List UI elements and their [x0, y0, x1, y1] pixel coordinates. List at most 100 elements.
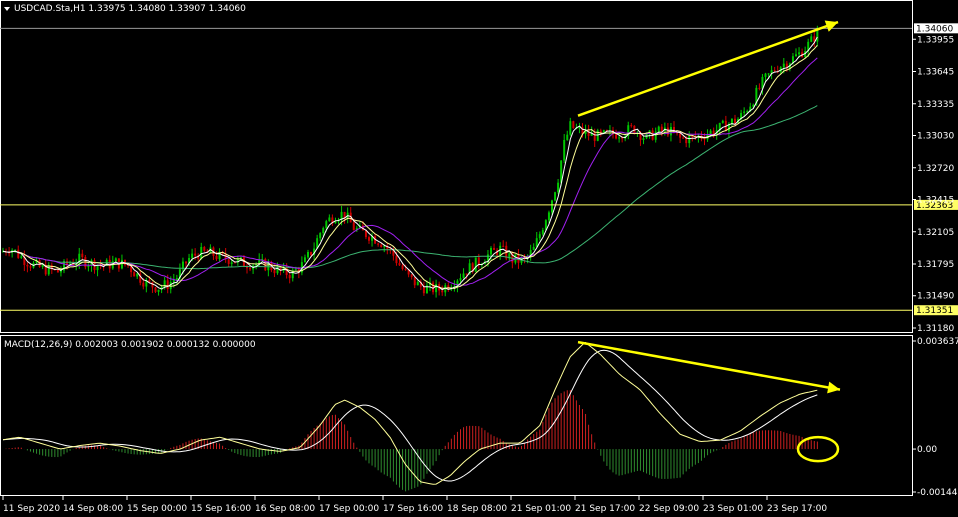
bear-candle — [246, 266, 248, 269]
price-tick-label: 1.33030 — [917, 132, 954, 142]
bull-candle — [563, 139, 566, 161]
bull-candle — [435, 284, 438, 293]
bear-candle — [679, 133, 682, 138]
bull-candle — [642, 138, 645, 141]
bear-candle — [233, 262, 236, 264]
price-chart-title: USDCAD.Sta,H1 1.33975 1.34080 1.33907 1.… — [14, 4, 246, 14]
bull-candle — [657, 126, 660, 132]
bull-candle — [303, 257, 306, 263]
bull-candle — [554, 192, 557, 201]
bear-candle — [398, 263, 401, 266]
level-price-label: 1.34060 — [916, 24, 953, 34]
bear-candle — [758, 87, 761, 89]
bull-candle — [532, 246, 535, 250]
bear-candle — [142, 282, 145, 287]
bear-candle — [29, 266, 32, 268]
bear-candle — [227, 259, 230, 264]
bear-candle — [572, 121, 575, 129]
bear-candle — [242, 257, 245, 267]
bear-candle — [593, 132, 596, 141]
bull-candle — [322, 228, 325, 234]
bear-candle — [395, 255, 398, 264]
bear-candle — [773, 70, 776, 72]
bull-candle — [743, 111, 746, 113]
time-tick-label: 21 Sep 17:00 — [575, 504, 635, 514]
bull-candle — [14, 249, 17, 251]
bull-candle — [172, 279, 175, 283]
bull-candle — [654, 131, 657, 140]
bull-candle — [175, 277, 178, 280]
bull-candle — [490, 247, 492, 255]
bull-candle — [551, 200, 553, 213]
macd-title: MACD(12,26,9) 0.002003 0.001902 0.000132… — [4, 340, 256, 350]
level-price-label: 1.31351 — [916, 306, 953, 316]
time-tick-label: 23 Sep 17:00 — [767, 504, 827, 514]
bear-candle — [630, 125, 633, 127]
bear-candle — [493, 247, 496, 250]
bull-candle — [416, 281, 419, 286]
bull-candle — [767, 73, 770, 75]
bull-candle — [782, 63, 785, 68]
bear-candle — [377, 243, 380, 245]
bull-candle — [618, 137, 621, 139]
bull-candle — [764, 73, 767, 77]
bull-candle — [721, 120, 724, 123]
time-tick-label: 14 Sep 08:00 — [63, 504, 123, 514]
bull-candle — [20, 256, 23, 258]
bull-candle — [709, 130, 712, 135]
bull-candle — [541, 230, 544, 235]
bear-candle — [17, 249, 20, 258]
bull-candle — [602, 130, 605, 133]
time-tick-label: 23 Sep 01:00 — [703, 504, 763, 514]
time-tick-label: 15 Sep 00:00 — [127, 504, 187, 514]
time-tick-label: 17 Sep 16:00 — [383, 504, 443, 514]
bear-candle — [599, 130, 602, 133]
bear-candle — [185, 261, 187, 264]
price-tick-label: 1.33955 — [917, 35, 954, 45]
price-tick-label: 1.31490 — [917, 292, 954, 302]
time-tick-label: 21 Sep 01:00 — [511, 504, 571, 514]
bull-candle — [41, 264, 44, 267]
price-tick-label: 1.32105 — [917, 228, 954, 238]
macd-tick-label: 0.00 — [917, 445, 937, 455]
bear-candle — [410, 274, 413, 278]
bull-candle — [230, 262, 233, 264]
price-tick-label: 1.31180 — [917, 324, 954, 334]
bear-candle — [441, 290, 444, 293]
bull-candle — [191, 253, 194, 258]
bear-candle — [502, 245, 505, 247]
bear-candle — [133, 272, 136, 277]
time-tick-label: 15 Sep 16:00 — [191, 504, 251, 514]
price-tick-label: 1.33645 — [917, 68, 954, 78]
bear-candle — [166, 280, 169, 290]
bull-candle — [383, 246, 386, 248]
bear-candle — [249, 268, 252, 270]
bull-candle — [746, 111, 749, 113]
bull-candle — [730, 118, 733, 124]
time-tick-label: 18 Sep 08:00 — [447, 504, 507, 514]
macd-tick-label: 0.003637 — [917, 337, 958, 347]
bull-candle — [798, 52, 801, 55]
bear-candle — [26, 264, 29, 267]
bear-candle — [81, 253, 84, 258]
bull-candle — [96, 265, 99, 271]
bull-candle — [136, 273, 139, 277]
bear-candle — [422, 286, 425, 294]
bull-candle — [157, 289, 160, 292]
bull-candle — [795, 54, 797, 57]
bull-candle — [566, 134, 569, 140]
bull-candle — [547, 212, 550, 221]
bear-candle — [288, 275, 291, 279]
bull-candle — [319, 233, 322, 239]
bull-candle — [328, 217, 331, 222]
time-tick-label: 11 Sep 2020 — [3, 504, 60, 514]
bull-candle — [462, 273, 465, 279]
time-tick-label: 16 Sep 08:00 — [255, 504, 315, 514]
bear-candle — [380, 244, 383, 248]
bear-candle — [401, 265, 404, 270]
time-tick-label: 17 Sep 00:00 — [319, 504, 379, 514]
bull-candle — [120, 259, 123, 269]
bull-candle — [459, 278, 462, 281]
bear-candle — [194, 253, 197, 256]
bull-candle — [810, 36, 813, 42]
